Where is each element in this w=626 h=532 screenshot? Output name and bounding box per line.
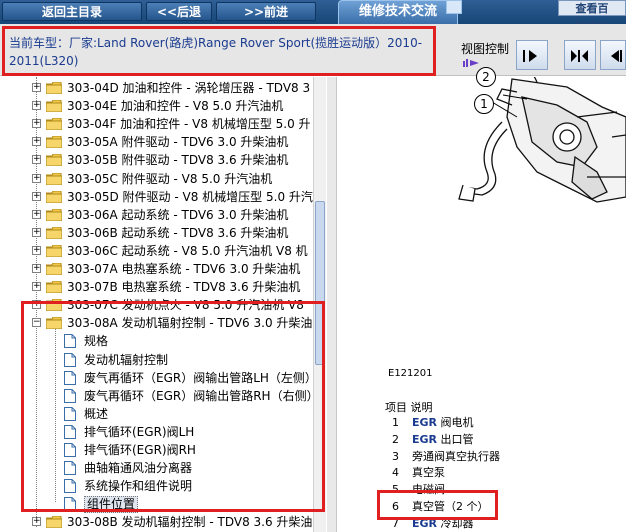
legend-header: 项目 说明 [385, 401, 433, 414]
folder-icon [46, 263, 62, 275]
arrow-right-icon [523, 50, 537, 62]
folder-icon [46, 281, 62, 294]
expand-icon[interactable]: + [32, 227, 41, 237]
expand-icon[interactable]: + [32, 282, 41, 292]
expand-arrows-icon [571, 50, 588, 62]
tab-corner-icon [446, 0, 462, 14]
expand-icon[interactable]: + [32, 209, 41, 219]
expand-icon[interactable]: + [32, 264, 41, 273]
legend-number: 2 [392, 432, 399, 446]
folder-icon [46, 172, 62, 185]
tree-item-label: 303-06C 起动系统 - V8 5.0 升汽油机 V8 机 [67, 243, 308, 258]
expand-icon[interactable]: + [32, 83, 41, 92]
legend-row: 2 EGR 出口管 [392, 432, 474, 448]
tree-item[interactable]: +303-06B 起动系统 - TDV8 3.6 升柴油机 [30, 224, 313, 242]
legend-description: 真空泵 [412, 466, 445, 480]
back-button[interactable]: <<后退 [146, 2, 212, 21]
vehicle-info-text: 当前车型：厂家:Land Rover(路虎)Range Rover Sport(… [9, 36, 423, 68]
forward-button[interactable]: >>前进 [216, 2, 316, 21]
tree-item[interactable]: +303-04F 加油和控件 - V8 机械增压型 5.0 升 [30, 115, 313, 133]
expand-icon[interactable]: + [32, 137, 41, 147]
home-button[interactable]: 返回主目录 [2, 2, 142, 21]
tree-item-label: 303-05D 附件驱动 - V8 机械增压型 5.0 升汽 [67, 189, 313, 204]
legend-egr-link[interactable]: EGR [412, 433, 437, 446]
tree-item[interactable]: +303-07B 电热塞系统 - TDV8 3.6 升柴油机 [30, 278, 313, 296]
folder-icon [46, 82, 62, 94]
tree-item[interactable]: +303-04E 加油和控件 - V8 5.0 升汽油机 [30, 97, 313, 115]
query-button[interactable]: 查看百index [558, 0, 626, 31]
tree-item-label: 303-05B 附件驱动 - TDV8 3.6 升柴油机 [67, 153, 289, 168]
expand-icon[interactable]: + [32, 173, 41, 183]
tree-item[interactable]: +303-05A 附件驱动 - TDV6 3.0 升柴油机 [30, 133, 313, 151]
view-prev-button[interactable] [600, 40, 626, 70]
legend-description: 阀电机 [437, 416, 474, 429]
tree-item[interactable]: +303-08B 发动机辐射控制 - TDV8 3.6 升柴油 [30, 513, 313, 531]
arrow-left-icon [611, 50, 622, 62]
view-control-label: 视图控制 [461, 42, 510, 56]
tree-item[interactable]: +303-05B 附件驱动 - TDV8 3.6 升柴油机 [30, 151, 313, 169]
folder-icon [46, 226, 62, 239]
tree-item[interactable]: +303-04D 加油和控件 - 涡轮增压器 - TDV8 3 [30, 79, 313, 97]
callout-2: 2 [476, 67, 496, 87]
expand-icon[interactable]: + [32, 101, 41, 111]
tree-item-label: 303-04D 加油和控件 - 涡轮增压器 - TDV8 3 [67, 81, 311, 95]
expand-icon[interactable]: + [32, 191, 41, 201]
tab-tech-forum[interactable]: 维修技术交流 [338, 0, 458, 24]
folder-icon [46, 516, 62, 529]
view-next-button[interactable] [516, 40, 548, 70]
legend-number: 3 [392, 449, 399, 463]
tree-item[interactable]: +303-07A 电热塞系统 - TDV6 3.0 升柴油机 [30, 260, 313, 278]
folder-icon [46, 136, 62, 149]
tree-item[interactable]: +303-05D 附件驱动 - V8 机械增压型 5.0 升汽 [30, 188, 313, 206]
legend-row: 4 真空泵 [392, 465, 445, 481]
folder-icon [46, 244, 62, 257]
tree-item-label: 303-04E 加油和控件 - V8 5.0 升汽油机 [67, 99, 284, 114]
view-expand-button[interactable] [564, 40, 596, 70]
tree-item[interactable]: +303-05C 附件驱动 - V8 5.0 升汽油机 [30, 170, 313, 188]
folder-icon [46, 190, 62, 203]
tree-item-label: 303-08B 发动机辐射控制 - TDV8 3.6 升柴油 [67, 515, 313, 530]
tree-item-label: 303-05C 附件驱动 - V8 5.0 升汽油机 [67, 171, 273, 186]
legend-egr-link[interactable]: EGR [412, 416, 437, 429]
expand-icon[interactable]: + [32, 119, 41, 129]
tree-item-label: 303-05A 附件驱动 - TDV6 3.0 升柴油机 [67, 135, 289, 150]
tree-item-label: 303-04F 加油和控件 - V8 机械增压型 5.0 升 [67, 117, 311, 132]
diagram-scrollbar[interactable] [327, 77, 337, 532]
legend-number: 4 [392, 466, 399, 480]
folder-icon [46, 154, 62, 167]
callout-1: 1 [474, 94, 494, 114]
legend-row: 3 旁通阀真空执行器 [392, 449, 500, 465]
tree-item[interactable]: +303-06A 起动系统 - TDV6 3.0 升柴油机 [30, 206, 313, 224]
folder-icon [46, 118, 62, 131]
expand-icon[interactable]: + [32, 155, 41, 165]
vehicle-info-box: 当前车型：厂家:Land Rover(路虎)Range Rover Sport(… [2, 26, 436, 76]
figure-id: E121201 [388, 368, 433, 379]
legend-number: 1 [392, 416, 399, 429]
slider-indicator-icon [463, 59, 479, 67]
tree-item[interactable]: +303-06C 起动系统 - V8 5.0 升汽油机 V8 机 [30, 242, 313, 260]
legend-highlight-box [377, 490, 498, 520]
tree-item-label: 303-06B 起动系统 - TDV8 3.6 升柴油机 [67, 225, 289, 240]
expand-icon[interactable]: + [32, 517, 41, 527]
folder-icon [46, 208, 62, 221]
tree-item-label: 303-07A 电热塞系统 - TDV6 3.0 升柴油机 [67, 262, 301, 276]
highlight-box [21, 301, 325, 512]
folder-icon [46, 100, 62, 113]
tree-item-label: 303-07B 电热塞系统 - TDV8 3.6 升柴油机 [67, 280, 301, 295]
legend-row: 1 EGR 阀电机 [392, 415, 474, 431]
legend-description: 旁通阀真空执行器 [412, 449, 500, 463]
expand-icon[interactable]: + [32, 245, 41, 255]
tree-item-label: 303-06A 起动系统 - TDV6 3.0 升柴油机 [67, 207, 289, 222]
legend-description: 出口管 [437, 432, 474, 446]
